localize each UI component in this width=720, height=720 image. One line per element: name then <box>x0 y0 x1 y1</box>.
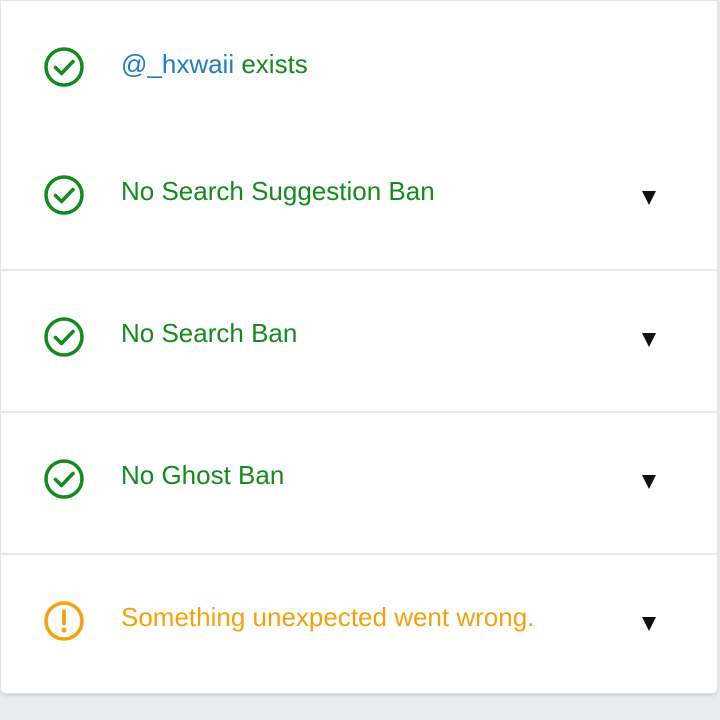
exclamation-circle-icon <box>43 600 85 642</box>
exists-text: exists <box>234 49 308 79</box>
results-card: @_hxwaii exists No Search Suggestion Ban… <box>0 0 719 694</box>
search-suggestion-ban-label: No Search Suggestion Ban <box>121 176 435 206</box>
username-link[interactable]: @_hxwaii <box>121 49 234 79</box>
check-circle-icon <box>43 46 85 88</box>
user-exists-label: @_hxwaii exists <box>121 49 308 79</box>
search-ban-label: No Search Ban <box>121 318 298 348</box>
search-ban-row[interactable]: No Search Ban <box>1 271 719 411</box>
check-circle-icon <box>43 458 85 500</box>
expand-caret-icon[interactable] <box>642 191 656 205</box>
error-label: Something unexpected went wrong. <box>121 602 535 632</box>
check-circle-icon <box>43 316 85 358</box>
expand-caret-icon[interactable] <box>642 617 656 631</box>
ghost-ban-row[interactable]: No Ghost Ban <box>1 413 719 553</box>
check-circle-icon <box>43 174 85 216</box>
expand-caret-icon[interactable] <box>642 475 656 489</box>
search-suggestion-ban-row[interactable]: No Search Suggestion Ban <box>1 133 719 269</box>
error-row[interactable]: Something unexpected went wrong. <box>1 555 719 693</box>
expand-caret-icon[interactable] <box>642 333 656 347</box>
ghost-ban-label: No Ghost Ban <box>121 460 285 490</box>
user-exists-row: @_hxwaii exists <box>1 1 719 133</box>
